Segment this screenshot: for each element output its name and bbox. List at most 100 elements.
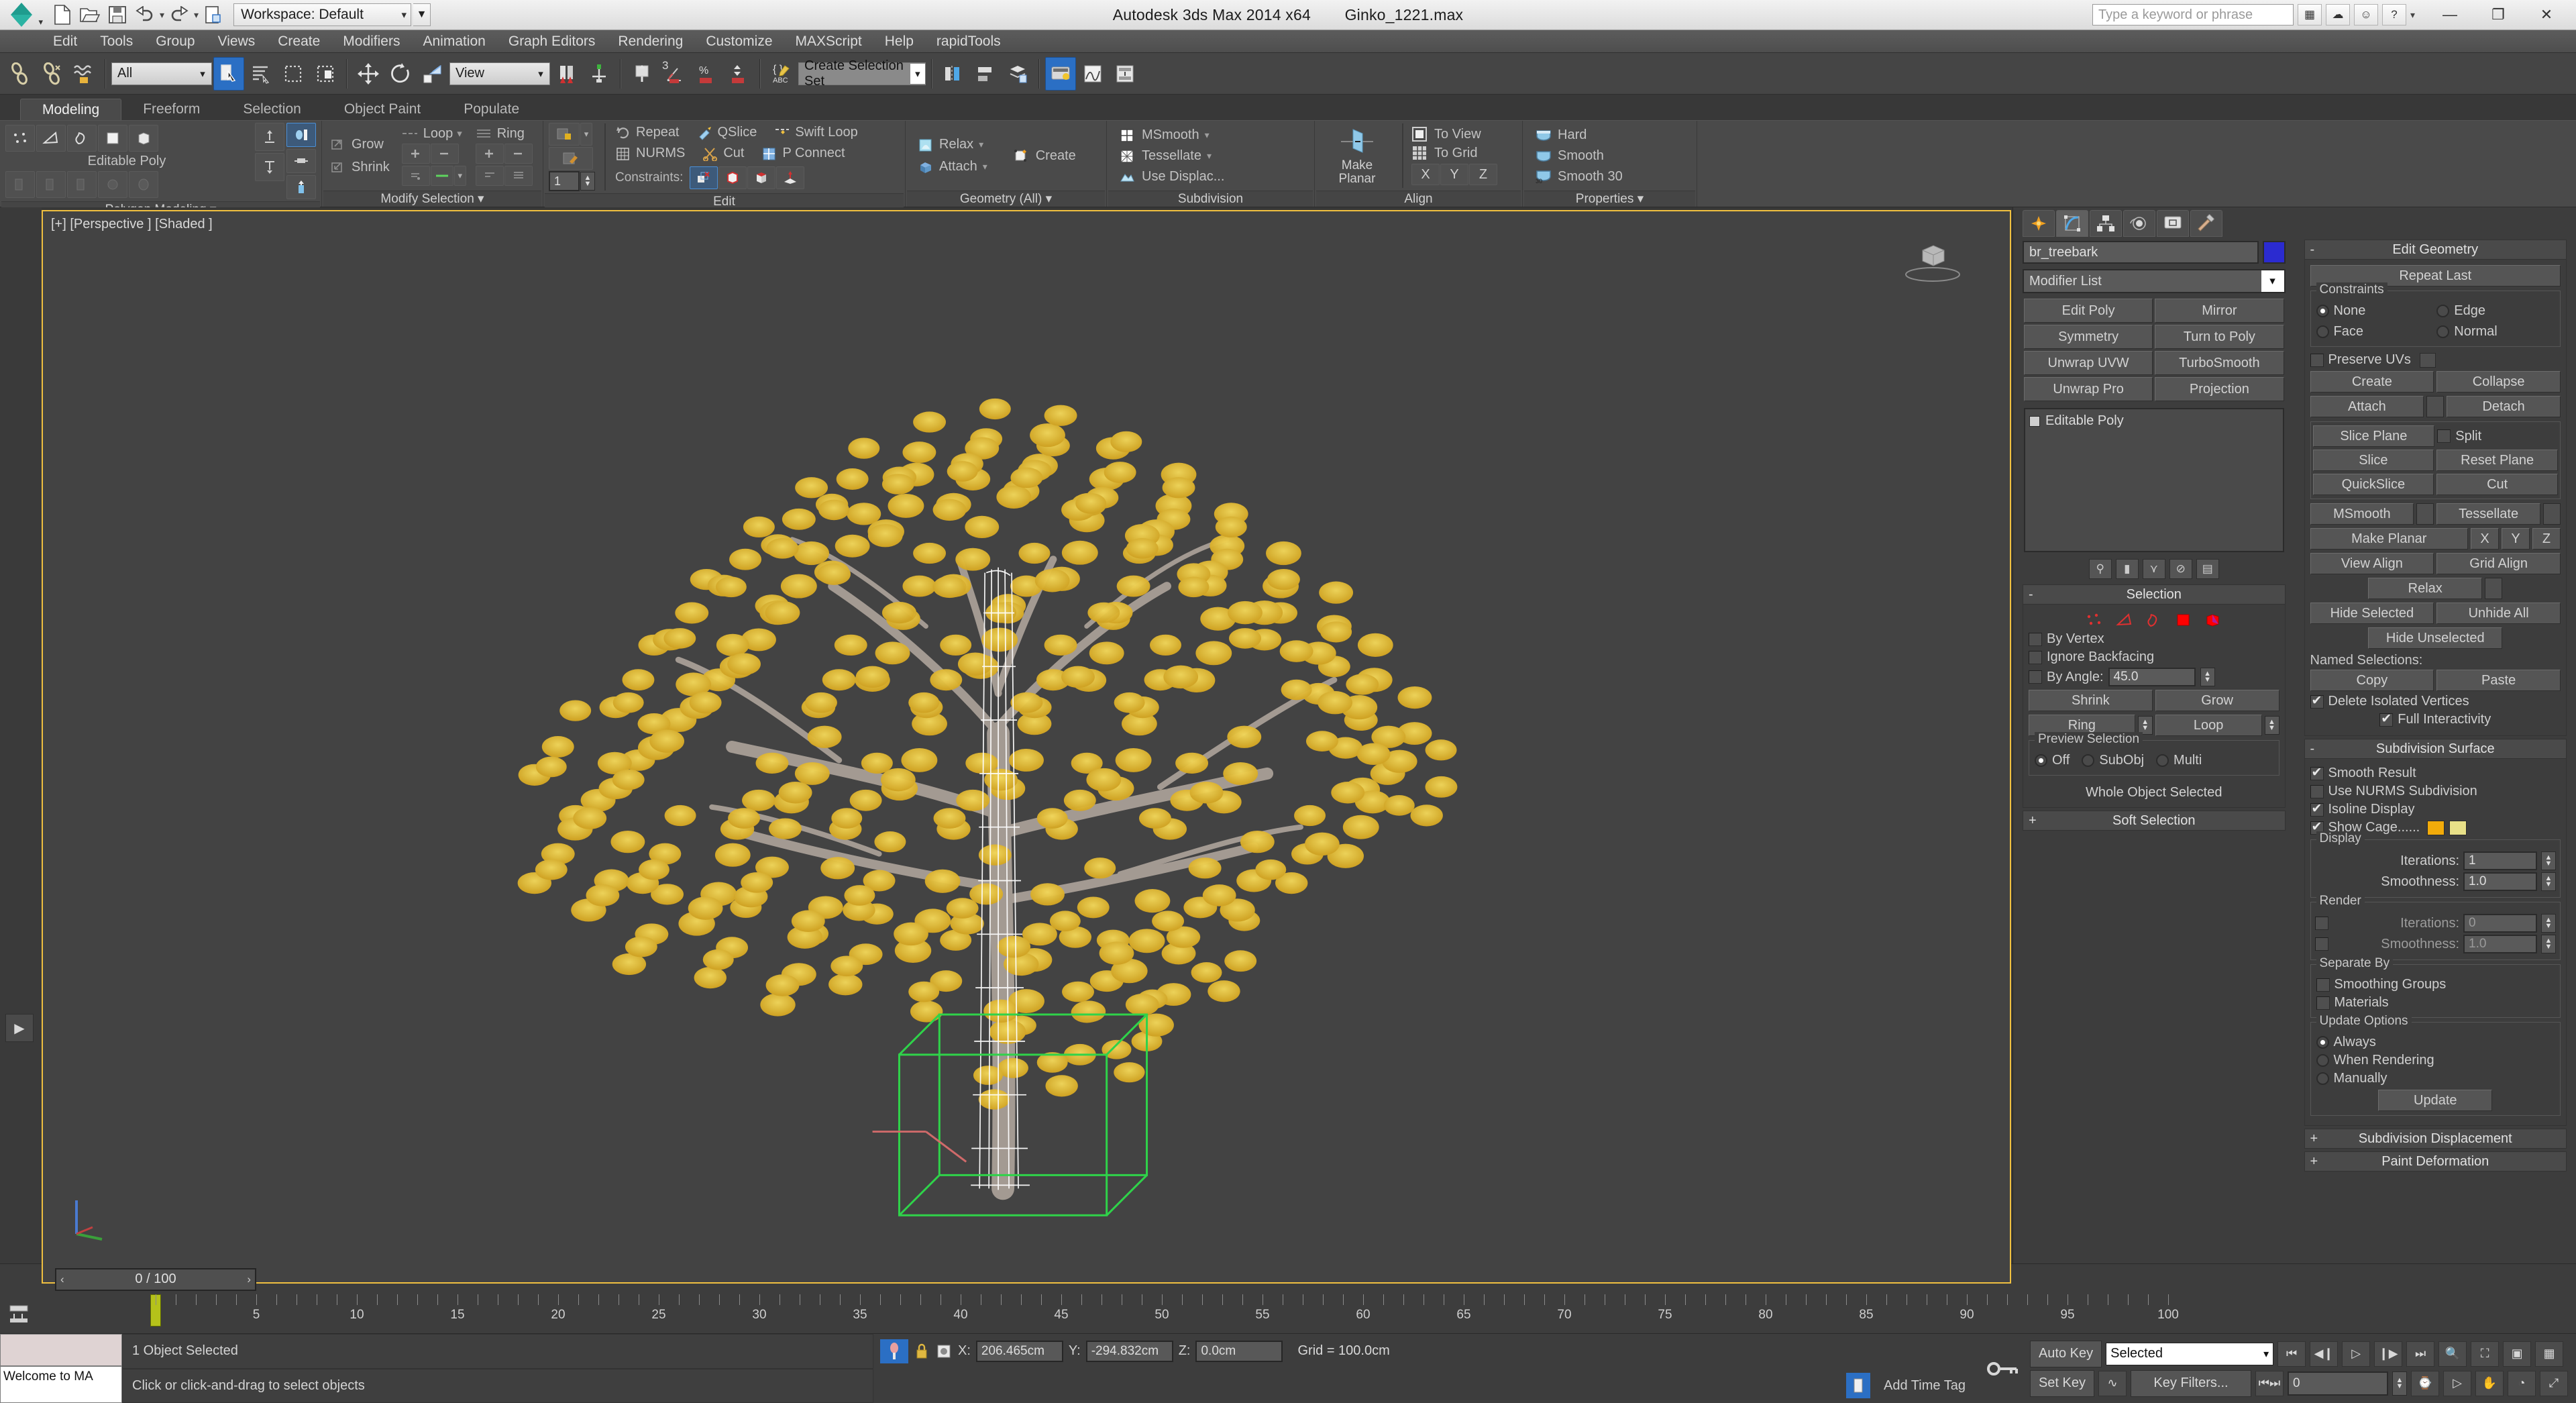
view-cube[interactable]	[1896, 238, 1970, 285]
named-selection-sets-combo[interactable]: Create Selection Set ▾	[798, 58, 926, 89]
material-editor-icon[interactable]	[1045, 56, 1076, 91]
z-coord-field[interactable]: 0.0cm	[1195, 1340, 1283, 1362]
cloud-services-icon[interactable]: ☁	[2325, 4, 2350, 25]
percent-snap-toggle-icon[interactable]: %	[691, 57, 722, 91]
sign-in-icon[interactable]: ☺	[2353, 4, 2378, 25]
display-iterations-spinner[interactable]: ▲ ▼	[2541, 851, 2556, 870]
align-axis-z-button[interactable]: Z	[1469, 164, 1497, 185]
by-angle-spinner[interactable]: ▲ ▼	[2200, 668, 2215, 686]
preview-selection-off-radio[interactable]: Off	[2035, 753, 2070, 768]
element-level-icon[interactable]	[2204, 613, 2222, 627]
track-view-open-icon[interactable]	[0, 1294, 38, 1333]
loop-options-dropdown-icon[interactable]: ▾	[453, 165, 466, 186]
detach-button[interactable]: Detach	[2447, 396, 2561, 417]
paint-deformation-header[interactable]: + Paint Deformation	[2304, 1151, 2567, 1172]
modifier-button-turbosmooth[interactable]: TurboSmooth	[2155, 351, 2284, 375]
update-manually-radio[interactable]: Manually	[2316, 1071, 2555, 1086]
to-view-label[interactable]: To View	[1434, 127, 1481, 142]
nurms-label[interactable]: NURMS	[636, 146, 685, 161]
slice-button[interactable]: Slice	[2312, 450, 2434, 471]
panel-title-align[interactable]: Align	[1316, 191, 1521, 207]
application-menu-button[interactable]: ▾	[0, 0, 46, 30]
create-tab-icon[interactable]	[2023, 210, 2055, 237]
smooth-result-checkbox[interactable]: Smooth Result	[2310, 765, 2561, 781]
edit-lock-icon[interactable]	[549, 123, 580, 146]
workspace-dropdown-button[interactable]: ▼	[413, 3, 431, 26]
create-button[interactable]: Create	[2310, 371, 2434, 393]
select-and-manipulate-icon[interactable]	[584, 57, 614, 91]
chevron-down-icon[interactable]: ▾	[38, 17, 43, 28]
panel-title-subdivision[interactable]: Subdivision	[1108, 191, 1313, 207]
cage-color-swatch-2[interactable]	[2449, 820, 2467, 835]
unlink-selection-icon[interactable]	[36, 57, 67, 91]
cut-button[interactable]: Cut	[2436, 474, 2558, 495]
ring-shift-icon[interactable]	[475, 165, 504, 186]
go-to-start-icon[interactable]: ⏮	[2277, 1341, 2306, 1367]
orbit-icon[interactable]: ◔	[2508, 1370, 2536, 1396]
render-iterations-spinner[interactable]: ▲ ▼	[2541, 914, 2556, 933]
preserve-uvs-checkbox[interactable]: Preserve UVs	[2310, 352, 2561, 368]
constraint-none-radio[interactable]: None	[2316, 303, 2434, 319]
qslice-label[interactable]: QSlice	[718, 125, 757, 140]
edit-iteration-spinner[interactable]: ▲ ▼	[580, 172, 595, 191]
undo-icon[interactable]	[132, 2, 158, 28]
modifier-button-symmetry[interactable]: Symmetry	[2024, 325, 2153, 349]
symmetry-tools-icon[interactable]	[36, 170, 66, 198]
grow-label[interactable]: Grow	[352, 137, 384, 152]
msmooth-settings-button[interactable]	[2416, 503, 2434, 525]
close-button[interactable]: ✕	[2522, 0, 2571, 30]
previous-frame-icon[interactable]: ◀❙	[2310, 1341, 2339, 1367]
ribbon-tab-modeling[interactable]: Modeling	[20, 99, 122, 120]
display-smoothness-value[interactable]: 1.0	[2463, 872, 2537, 891]
msmooth-label[interactable]: MSmooth	[1142, 127, 1199, 143]
edit-named-selection-sets-icon[interactable]: { } ABC	[766, 57, 797, 91]
msmooth-dropdown-icon[interactable]: ▾	[1205, 129, 1210, 141]
render-smoothness-value[interactable]: 1.0	[2463, 935, 2537, 953]
menu-item-group[interactable]: Group	[144, 30, 206, 53]
edge-level-icon[interactable]	[36, 124, 66, 152]
grid-align-button[interactable]: Grid Align	[2436, 553, 2561, 574]
select-and-move-icon[interactable]	[353, 57, 384, 91]
time-configuration-icon[interactable]: ⌚	[2411, 1370, 2439, 1396]
soft-selection-icon[interactable]	[129, 170, 158, 198]
generate-topology-icon[interactable]	[5, 170, 35, 198]
zoom-icon[interactable]: 🔍	[2438, 1341, 2467, 1367]
ignore-backfacing-checkbox[interactable]: Ignore Backfacing	[2029, 649, 2279, 665]
modifier-button-unwrap-uvw[interactable]: Unwrap UVW	[2024, 351, 2153, 375]
show-end-result-icon[interactable]: ▮	[2115, 559, 2139, 579]
reset-plane-button[interactable]: Reset Plane	[2436, 450, 2558, 471]
workspace-selector[interactable]: Workspace: Default ▾	[233, 3, 412, 26]
schematic-view-icon[interactable]	[1110, 57, 1140, 91]
menu-item-modifiers[interactable]: Modifiers	[331, 30, 411, 53]
element-level-icon[interactable]	[129, 124, 158, 152]
relax-dropdown-icon[interactable]: ▾	[979, 139, 983, 150]
preserve-uv-icon[interactable]	[98, 170, 127, 198]
make-planar-label-1[interactable]: Make	[1339, 159, 1376, 172]
collapse-button[interactable]: Collapse	[2436, 371, 2561, 393]
go-to-end-icon[interactable]: ⏭	[2406, 1341, 2435, 1367]
msmooth-button[interactable]: MSmooth	[2310, 503, 2414, 525]
viewport-play-button[interactable]: ▶	[5, 1014, 34, 1042]
key-mode-combo[interactable]: Selected ▾	[2106, 1342, 2274, 1365]
menu-item-maxscript[interactable]: MAXScript	[784, 30, 873, 53]
smooth-label[interactable]: Smooth	[1558, 148, 1604, 164]
render-iterations-value[interactable]: 0	[2463, 914, 2537, 933]
paint-deform-icon[interactable]	[67, 170, 97, 198]
hierarchy-tab-icon[interactable]	[2090, 210, 2122, 237]
menu-item-rapidtools[interactable]: rapidTools	[925, 30, 1012, 53]
display-tab-icon[interactable]	[2157, 210, 2189, 237]
ring-label[interactable]: Ring	[497, 126, 525, 142]
modifier-button-projection[interactable]: Projection	[2155, 377, 2284, 401]
workspace-layout-icon[interactable]: ▦	[2297, 4, 2322, 25]
pan-view-icon[interactable]: ✋	[2475, 1370, 2504, 1396]
pin-stack-icon[interactable]	[286, 149, 316, 173]
project-folder-icon[interactable]	[201, 2, 226, 28]
update-when-rendering-radio[interactable]: When Rendering	[2316, 1053, 2555, 1068]
by-angle-value[interactable]: 45.0	[2108, 668, 2196, 686]
window-crossing-icon[interactable]	[310, 57, 341, 91]
loop-button[interactable]: Loop	[2155, 715, 2262, 736]
edit-geometry-rollout-header[interactable]: - Edit Geometry	[2304, 240, 2567, 260]
open-file-icon[interactable]	[77, 2, 103, 28]
panel-title-geometry-all[interactable]: Geometry (All) ▾	[907, 191, 1105, 207]
grow-button[interactable]: Grow	[2155, 690, 2279, 711]
